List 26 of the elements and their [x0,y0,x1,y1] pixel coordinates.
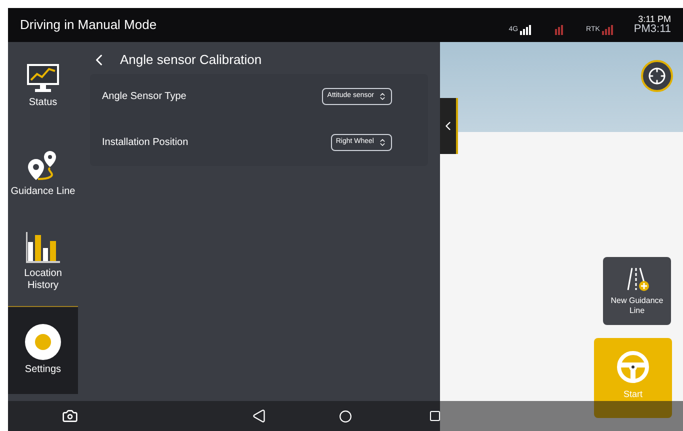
up-down-arrows-icon [378,138,387,147]
window-title: Driving in Manual Mode [20,16,157,34]
sidebar-item[interactable]: Settings [8,306,78,394]
setting-label: Angle Sensor Type [102,90,186,104]
bar-chart-icon [26,232,60,264]
road-plus-icon [625,266,649,292]
clock-secondary: PM3:11 [634,24,671,35]
steering-wheel-icon [616,350,650,384]
home-icon[interactable] [339,410,352,422]
monitor-chart-icon [26,62,60,93]
camera-icon[interactable] [62,408,78,424]
collapse-tab[interactable] [440,98,458,154]
back-icon[interactable] [252,409,266,423]
new-guidance-line-button[interactable]: New Guidance Line [603,257,671,325]
signal-icon [520,25,532,35]
sidebar-item[interactable]: Status [8,42,78,130]
page-title: Angle sensor Calibration [120,51,262,69]
up-down-arrows-icon [378,92,387,101]
clock: 3:11 PM [638,15,671,24]
crosshair-icon [648,67,666,85]
sidebar-item[interactable]: Location History [8,218,78,306]
sidebar-item[interactable]: Guidance Line [8,130,78,218]
locate-button[interactable] [641,60,673,92]
rtk-signal-icon [602,25,614,35]
recents-icon[interactable] [429,410,441,422]
setting-label: Installation Position [102,136,188,150]
